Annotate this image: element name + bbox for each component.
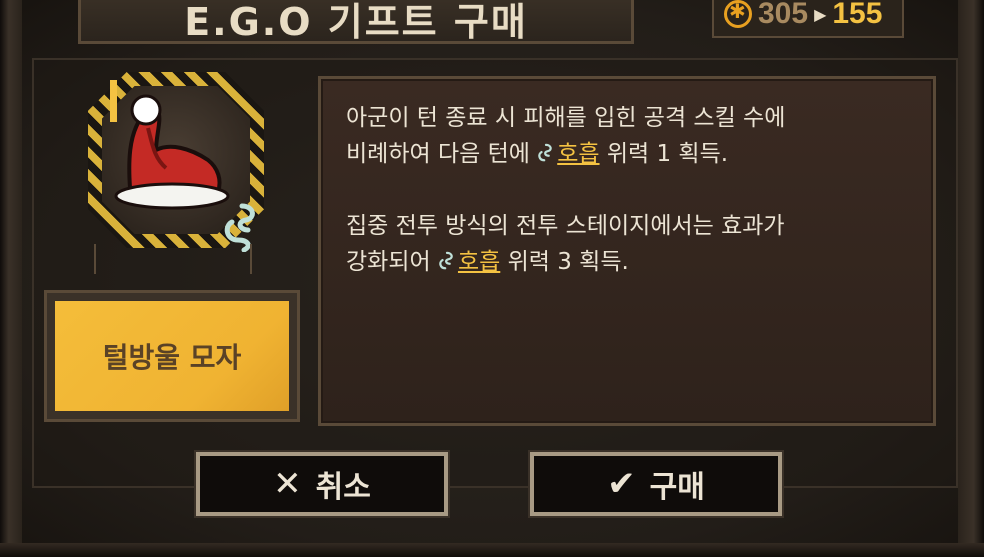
description-line: 집중 전투 방식의 전투 스테이지에서는 효과가 <box>346 213 785 239</box>
keyword-breath-link[interactable]: 호흡 <box>458 249 500 275</box>
breath-icon <box>538 143 552 162</box>
frame-right <box>958 0 984 557</box>
currency-before: 305 <box>758 0 809 30</box>
item-description: 아군이 턴 종료 시 피해를 입힌 공격 스킬 수에 비례하여 다음 턴에 호흡… <box>346 100 916 280</box>
close-icon: ✕ <box>273 464 302 504</box>
description-text: 위력 3 획득. <box>500 249 629 275</box>
arrow-right-icon: ▶ <box>814 4 827 24</box>
item-name-plate: 털방울 모자 <box>44 290 300 422</box>
item-name-background: 털방울 모자 <box>55 301 289 411</box>
title-plate: E.G.O 기프트 구매 <box>78 0 634 44</box>
description-line: 강화되어 호흡 위력 3 획득. <box>346 244 916 280</box>
item-name: 털방울 모자 <box>102 341 242 374</box>
cancel-button[interactable]: ✕ 취소 <box>196 452 448 516</box>
check-icon: ✔ <box>607 464 636 504</box>
cancel-label: 취소 <box>315 470 371 505</box>
cost-coin-icon <box>724 0 752 28</box>
breath-icon <box>439 251 453 270</box>
chain-left <box>94 244 96 274</box>
description-line: 비례하여 다음 턴에 호흡 위력 1 획득. <box>346 136 916 172</box>
buy-label: 구매 <box>649 470 705 505</box>
dialog-title: E.G.O 기프트 구매 <box>184 0 528 44</box>
keyword-breath-link[interactable]: 호흡 <box>557 141 599 167</box>
description-text: 강화되어 <box>346 249 438 275</box>
currency-after: 155 <box>832 0 883 30</box>
description-text: 위력 1 획득. <box>599 141 729 167</box>
currency-display: 305 ▶ 155 <box>712 0 904 38</box>
chain-right <box>250 244 252 274</box>
frame-left <box>0 0 22 557</box>
description-text: 비례하여 다음 턴에 <box>346 141 538 167</box>
breath-icon <box>224 203 255 252</box>
description-line: 아군이 턴 종료 시 피해를 입힌 공격 스킬 수에 <box>346 105 786 131</box>
buy-button[interactable]: ✔ 구매 <box>530 452 782 516</box>
santa-hat-icon <box>114 94 230 210</box>
frame-bottom <box>0 543 984 557</box>
